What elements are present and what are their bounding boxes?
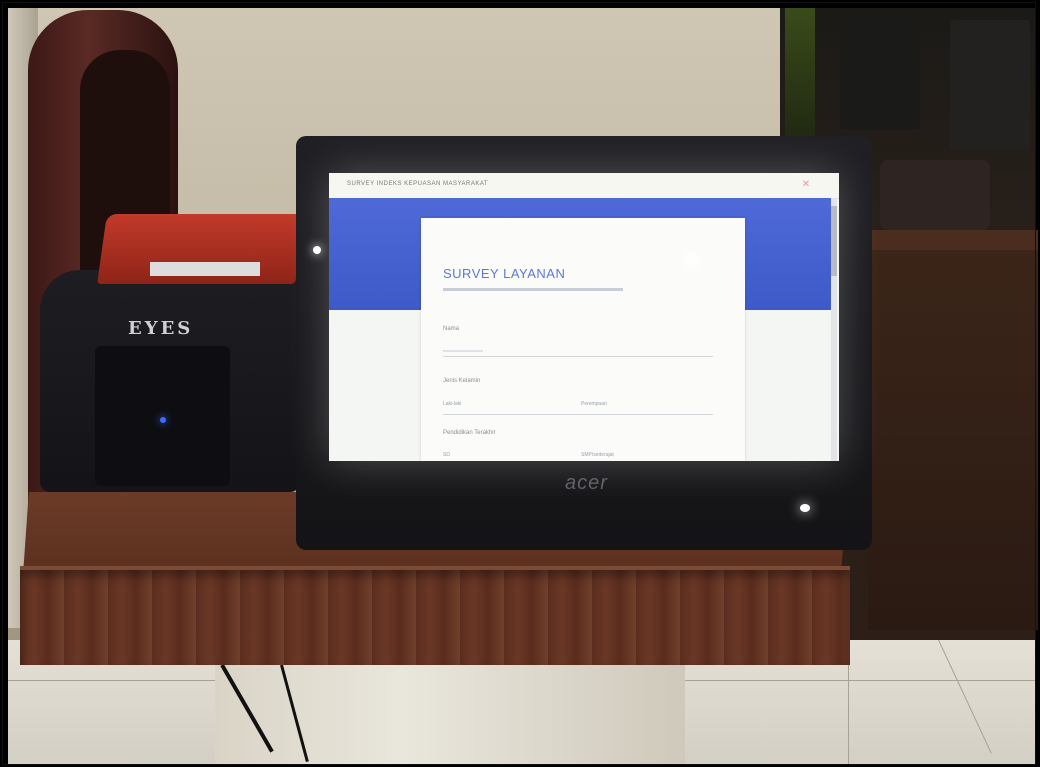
kiosk-photo: EYES acer SURVEY INDEKS KEPUASAN MASYARA… <box>0 0 1040 767</box>
image-border <box>2 2 1036 765</box>
